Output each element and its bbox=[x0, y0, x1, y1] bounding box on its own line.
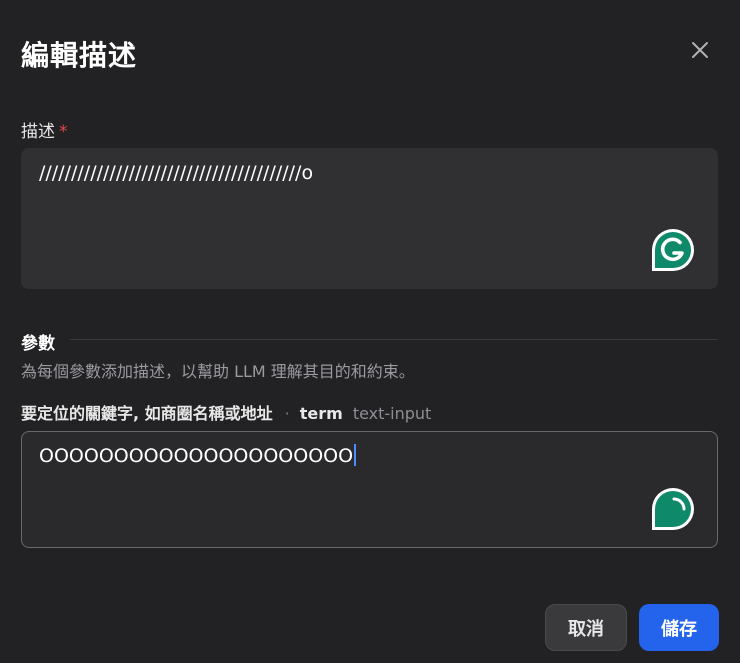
param-value: OOOOOOOOOOOOOOOOOOOOO bbox=[39, 445, 354, 467]
param-separator: · bbox=[284, 404, 290, 423]
description-textarea[interactable]: ////////////////////////////////////////… bbox=[21, 148, 718, 289]
param-key: term bbox=[299, 404, 343, 423]
grammarly-icon bbox=[652, 488, 694, 530]
description-label: 描述 * bbox=[21, 117, 68, 142]
params-section-desc: 為每個參數添加描述，以幫助 LLM 理解其目的和約束。 bbox=[21, 362, 415, 381]
param-label-row: 要定位的關鍵字, 如商圈名稱或地址 · term text-input bbox=[21, 400, 431, 424]
edit-description-dialog: 編輯描述 描述 * ///////////////////////////////… bbox=[0, 0, 740, 663]
grammarly-button-inactive[interactable] bbox=[651, 487, 695, 531]
required-mark: * bbox=[59, 122, 68, 142]
close-icon bbox=[692, 42, 708, 58]
param-label: 要定位的關鍵字, 如商圈名稱或地址 bbox=[21, 404, 273, 423]
dialog-title: 編輯描述 bbox=[21, 39, 138, 72]
description-value: ////////////////////////////////////////… bbox=[39, 162, 314, 184]
grammarly-button[interactable] bbox=[651, 228, 695, 272]
grammarly-icon bbox=[652, 229, 694, 271]
params-section-title: 參數 bbox=[21, 334, 55, 354]
cancel-button[interactable]: 取消 bbox=[545, 604, 627, 651]
param-type: text-input bbox=[352, 404, 432, 423]
param-textarea[interactable]: OOOOOOOOOOOOOOOOOOOOO bbox=[21, 431, 718, 548]
description-label-text: 描述 bbox=[21, 122, 55, 142]
close-button[interactable] bbox=[686, 36, 714, 64]
save-button[interactable]: 儲存 bbox=[639, 604, 719, 651]
section-divider bbox=[70, 339, 718, 340]
text-caret bbox=[354, 444, 357, 466]
